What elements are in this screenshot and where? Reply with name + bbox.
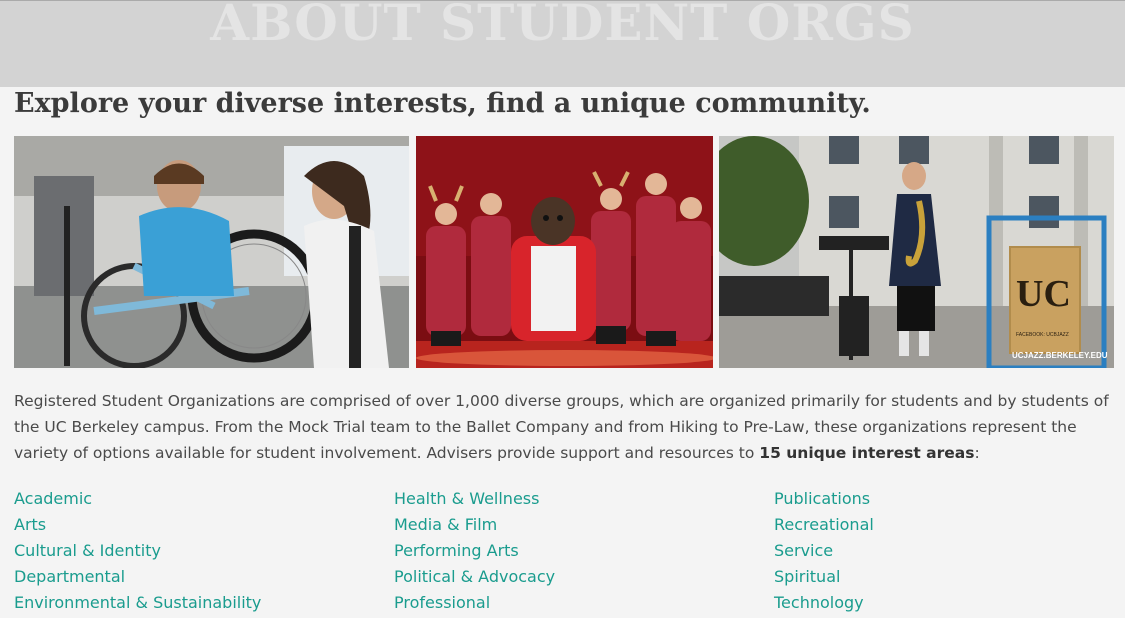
intro-end: : [974,444,980,462]
page-banner: ABOUT STUDENT ORGS [0,0,1125,87]
jazz-sign-facebook: FACEBOOK: UCBJAZZ [1016,332,1069,338]
jazz-sign-url: UCJAZZ.BERKELEY.EDU [1012,351,1108,360]
interest-link-recreational[interactable]: Recreational [774,512,1125,538]
jazz-band-photo: UC FACEBOOK: UCBJAZZ UCJAZZ.BERKELEY.EDU [719,136,1114,368]
interest-area-column-3: Publications Recreational Service Spirit… [774,486,1125,616]
interest-link-professional[interactable]: Professional [394,590,754,616]
interest-link-environmental-sustainability[interactable]: Environmental & Sustainability [14,590,374,616]
intro-paragraph: Registered Student Organizations are com… [14,388,1114,466]
interest-link-political-advocacy[interactable]: Political & Advocacy [394,564,754,590]
interest-link-cultural-identity[interactable]: Cultural & Identity [14,538,374,564]
bike-repair-photo [14,136,409,368]
interest-area-column-2: Health & Wellness Media & Film Performin… [394,486,754,616]
banner-title: ABOUT STUDENT ORGS [210,0,915,52]
interest-link-performing-arts[interactable]: Performing Arts [394,538,754,564]
interest-link-health-wellness[interactable]: Health & Wellness [394,486,754,512]
interest-link-technology[interactable]: Technology [774,590,1125,616]
interest-link-media-film[interactable]: Media & Film [394,512,754,538]
intro-emphasis: 15 unique interest areas [759,444,975,462]
interest-link-departmental[interactable]: Departmental [14,564,374,590]
interest-link-service[interactable]: Service [774,538,1125,564]
interest-area-column-1: Academic Arts Cultural & Identity Depart… [14,486,374,616]
interest-link-academic[interactable]: Academic [14,486,374,512]
jazz-sign-uc: UC [1016,273,1071,315]
interest-link-arts[interactable]: Arts [14,512,374,538]
page-headline: Explore your diverse interests, find a u… [14,88,871,119]
performance-photo [416,136,713,368]
interest-link-spiritual[interactable]: Spiritual [774,564,1125,590]
interest-link-publications[interactable]: Publications [774,486,1125,512]
